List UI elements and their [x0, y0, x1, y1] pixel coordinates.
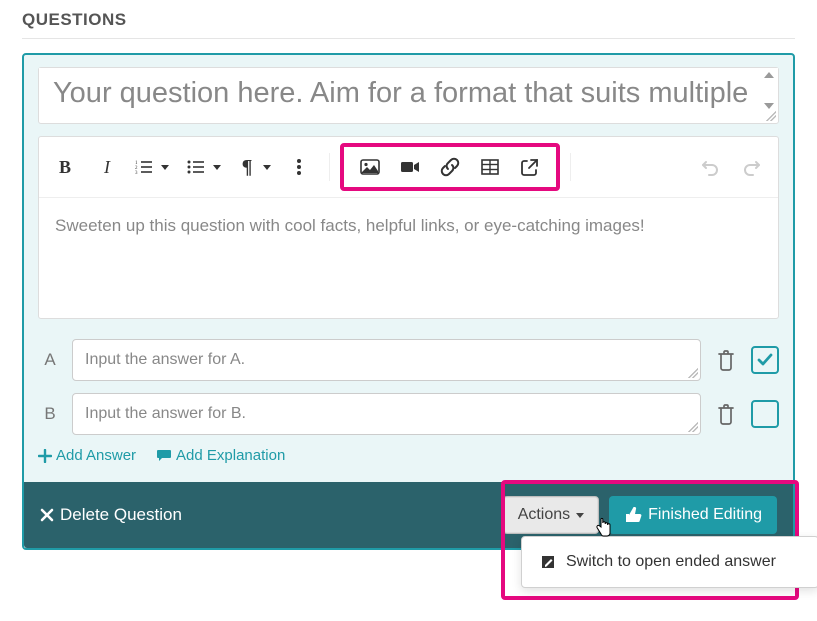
plus-icon	[38, 449, 52, 463]
answer-input-wrap	[72, 393, 701, 435]
answer-input-wrap	[72, 339, 701, 381]
edit-icon	[540, 554, 556, 570]
resize-handle-icon[interactable]	[766, 111, 776, 121]
external-link-button[interactable]	[510, 147, 550, 187]
chevron-down-icon[interactable]	[213, 165, 221, 170]
delete-question-label: Delete Question	[60, 505, 182, 525]
finished-editing-button[interactable]: Finished Editing	[609, 496, 777, 534]
answer-letter: B	[38, 404, 62, 424]
bold-button[interactable]: B	[45, 147, 85, 187]
footer-right: Actions Finished Editing	[503, 496, 777, 534]
add-explanation-link[interactable]: Add Explanation	[156, 447, 285, 464]
toolbar-separator	[570, 153, 571, 181]
image-button[interactable]	[350, 147, 390, 187]
italic-button[interactable]: I	[87, 147, 127, 187]
switch-open-ended-item[interactable]: Switch to open ended answer	[522, 545, 817, 579]
undo-button[interactable]	[690, 147, 730, 187]
answer-row: B	[38, 393, 779, 435]
finished-editing-label: Finished Editing	[648, 506, 762, 524]
resize-handle-icon[interactable]	[688, 368, 698, 378]
scroll-down-icon	[764, 103, 774, 109]
question-input-wrap	[38, 67, 779, 124]
chevron-down-icon	[576, 513, 584, 518]
question-footer: Delete Question Actions Finished Editing…	[24, 482, 793, 548]
unordered-list-button[interactable]	[181, 147, 211, 187]
redo-button[interactable]	[732, 147, 772, 187]
correct-answer-checkbox[interactable]	[751, 346, 779, 374]
delete-answer-button[interactable]	[711, 345, 741, 375]
links-row: Add Answer Add Explanation	[38, 447, 779, 464]
question-card: B I 123 ¶	[22, 53, 795, 550]
rich-editor: B I 123 ¶	[38, 136, 779, 319]
answer-input-a[interactable]	[73, 340, 700, 380]
scroll-up-icon	[764, 72, 774, 78]
correct-answer-checkbox[interactable]	[751, 400, 779, 428]
table-button[interactable]	[470, 147, 510, 187]
switch-open-ended-label: Switch to open ended answer	[566, 553, 776, 571]
actions-label: Actions	[518, 506, 570, 524]
add-answer-link[interactable]: Add Answer	[38, 447, 136, 464]
media-toolbar-highlight	[340, 143, 560, 191]
editor-body[interactable]: Sweeten up this question with cool facts…	[39, 198, 778, 318]
paragraph-button[interactable]: ¶	[233, 147, 261, 187]
resize-handle-icon[interactable]	[688, 422, 698, 432]
answer-letter: A	[38, 350, 62, 370]
section-heading: QUESTIONS	[22, 0, 795, 39]
link-button[interactable]	[430, 147, 470, 187]
close-icon	[40, 508, 54, 522]
answer-row: A	[38, 339, 779, 381]
actions-dropdown: Switch to open ended answer	[521, 536, 817, 588]
add-explanation-label: Add Explanation	[176, 447, 285, 464]
thumbs-up-icon	[624, 507, 642, 523]
chevron-down-icon[interactable]	[161, 165, 169, 170]
question-input[interactable]	[39, 68, 778, 118]
comment-icon	[156, 448, 172, 463]
ordered-list-button[interactable]: 123	[129, 147, 159, 187]
chevron-down-icon[interactable]	[263, 165, 271, 170]
actions-button[interactable]: Actions	[503, 496, 599, 534]
delete-question-button[interactable]: Delete Question	[40, 505, 182, 525]
delete-answer-button[interactable]	[711, 399, 741, 429]
more-button[interactable]	[279, 147, 319, 187]
video-button[interactable]	[390, 147, 430, 187]
add-answer-label: Add Answer	[56, 447, 136, 464]
svg-text:3: 3	[135, 171, 138, 175]
toolbar-separator	[329, 153, 330, 181]
answer-input-b[interactable]	[73, 394, 700, 434]
editor-toolbar: B I 123 ¶	[39, 137, 778, 198]
